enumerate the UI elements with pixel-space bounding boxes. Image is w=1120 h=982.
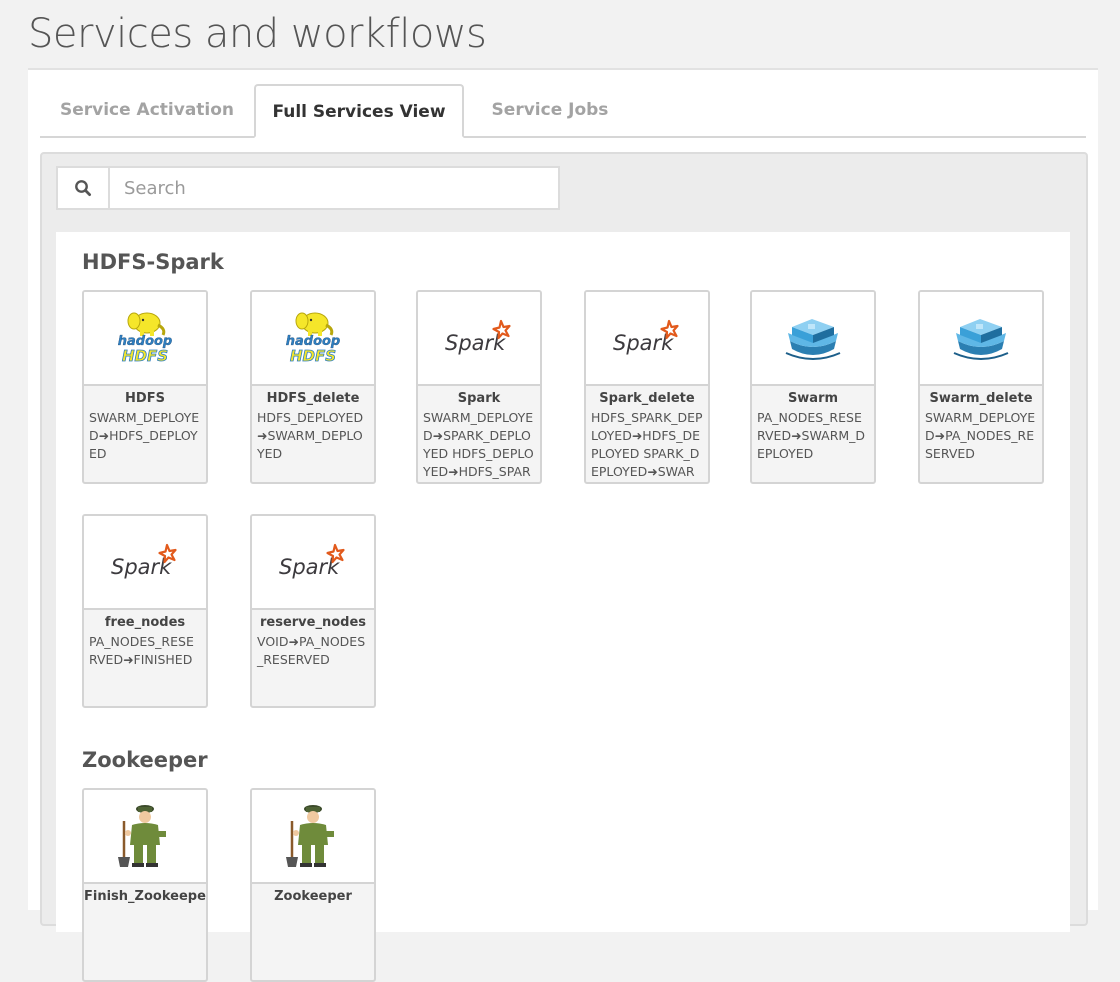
service-card-name: Zookeeper — [274, 889, 352, 904]
service-card-name: HDFS — [125, 391, 165, 406]
services-view-panel: HDFS-SparkhadoopHDFSHDFSSWARM_DEPLOYED➜H… — [40, 152, 1088, 982]
docker-swarm-logo — [920, 292, 1042, 386]
service-card-hdfs[interactable]: hadoop HDFS HDFS SWARM_DEPLOYED➜HDFS_DEPLOY… — [82, 290, 208, 484]
hadoop-hdfs-logo: hadoop HDFS — [252, 292, 374, 386]
hdfs-logo-text: HDFS — [290, 347, 336, 365]
service-card-transition: SWARM_DEPLOYED➜SPARK_DEPLOYED HDFS_DEPLO… — [423, 410, 534, 479]
service-card-free-nodes[interactable]: Spark free_nodes PA_NODES_RESERVED➜FINISHE… — [82, 514, 208, 708]
service-card-transition: HDFS_SPARK_DEPLOYED➜HDFS_DEPLOYED SPARK_… — [591, 410, 703, 479]
service-card-name: HDFS_delete — [266, 391, 360, 406]
search-bar — [56, 166, 584, 210]
tab-service-activation[interactable]: Service Activation — [40, 84, 254, 136]
service-card-spark[interactable]: Spark Spark SWARM_DEPLOYED➜SPARK_DEPLOYED … — [416, 290, 542, 484]
service-card-transition: PA_NODES_RESERVED➜SWARM_DEPLOYED — [757, 410, 866, 461]
service-card-name: Finish_Zookeeper — [84, 889, 206, 904]
spark-logo: Spark — [84, 516, 206, 610]
service-card-spark-delete[interactable]: Spark Spark_delete HDFS_SPARK_DEPLOYED➜HDF… — [584, 290, 710, 484]
service-card-hdfs-delete[interactable]: hadoop HDFS HDFS_delete HDFS_DEPLOYED➜SWARM… — [250, 290, 376, 484]
services-panel: Service Activation Full Services View Se… — [28, 68, 1098, 982]
search-input[interactable] — [110, 168, 584, 208]
service-card-swarm-delete[interactable]: Swarm_delete SWARM_DEPLOYED➜PA_NODES_RESE… — [918, 290, 1044, 484]
service-card-transition: PA_NODES_RESERVED➜FINISHED — [89, 634, 194, 667]
docker-swarm-logo — [752, 292, 874, 386]
service-card-transition: SWARM_DEPLOYED➜PA_NODES_RESERVED — [925, 410, 1036, 461]
service-card-transition — [84, 905, 206, 907]
spark-logo-text: Spark — [111, 555, 172, 579]
service-card-name: reserve_nodes — [259, 615, 367, 630]
spark-logo-text: Spark — [279, 555, 340, 579]
hadoop-hdfs-logo: hadoop HDFS — [84, 292, 206, 386]
service-card-finish-zookeeper[interactable]: Finish_Zookeeper — [82, 788, 208, 982]
tab-service-jobs[interactable]: Service Jobs — [464, 84, 636, 136]
service-card-reserve-nodes[interactable]: Spark reserve_nodes VOID➜PA_NODES_RESERVED — [250, 514, 376, 708]
zookeeper-logo — [84, 790, 206, 884]
tab-full-services-view[interactable]: Full Services View — [254, 84, 464, 138]
group-title-hdfs-spark: HDFS-Spark — [82, 250, 224, 274]
spark-logo-text: Spark — [613, 331, 674, 355]
service-card-name: free_nodes — [104, 615, 186, 630]
service-card-zookeeper[interactable]: Zookeeper — [250, 788, 376, 982]
spark-logo-text: Spark — [445, 331, 506, 355]
service-card-name: Swarm_delete — [929, 391, 1033, 406]
search-icon[interactable] — [58, 168, 110, 208]
service-card-transition: HDFS_DEPLOYED➜SWARM_DEPLOYED — [257, 410, 364, 461]
services-catalog: HDFS-Spark hadoop HDFS HDFS SWARM_DEPLOYED➜H… — [56, 232, 1070, 982]
hdfs-logo-text: HDFS — [122, 347, 168, 365]
group-title-zookeeper: Zookeeper — [82, 748, 208, 772]
service-card-swarm[interactable]: Swarm PA_NODES_RESERVED➜SWARM_DEPLOYED — [750, 290, 876, 484]
service-card-transition — [252, 905, 374, 907]
zookeeper-logo — [252, 790, 374, 884]
service-card-name: Swarm — [787, 391, 839, 406]
page-title: Services and workflows — [28, 11, 487, 57]
spark-logo: Spark — [252, 516, 374, 610]
spark-logo: Spark — [418, 292, 540, 386]
spark-logo: Spark — [586, 292, 708, 386]
service-card-transition: VOID➜PA_NODES_RESERVED — [257, 634, 366, 667]
service-card-name: Spark_delete — [599, 391, 695, 406]
service-card-transition: SWARM_DEPLOYED➜HDFS_DEPLOYED — [89, 410, 200, 461]
tab-bar: Service Activation Full Services View Se… — [40, 84, 1086, 138]
service-card-name: Spark — [457, 391, 501, 406]
